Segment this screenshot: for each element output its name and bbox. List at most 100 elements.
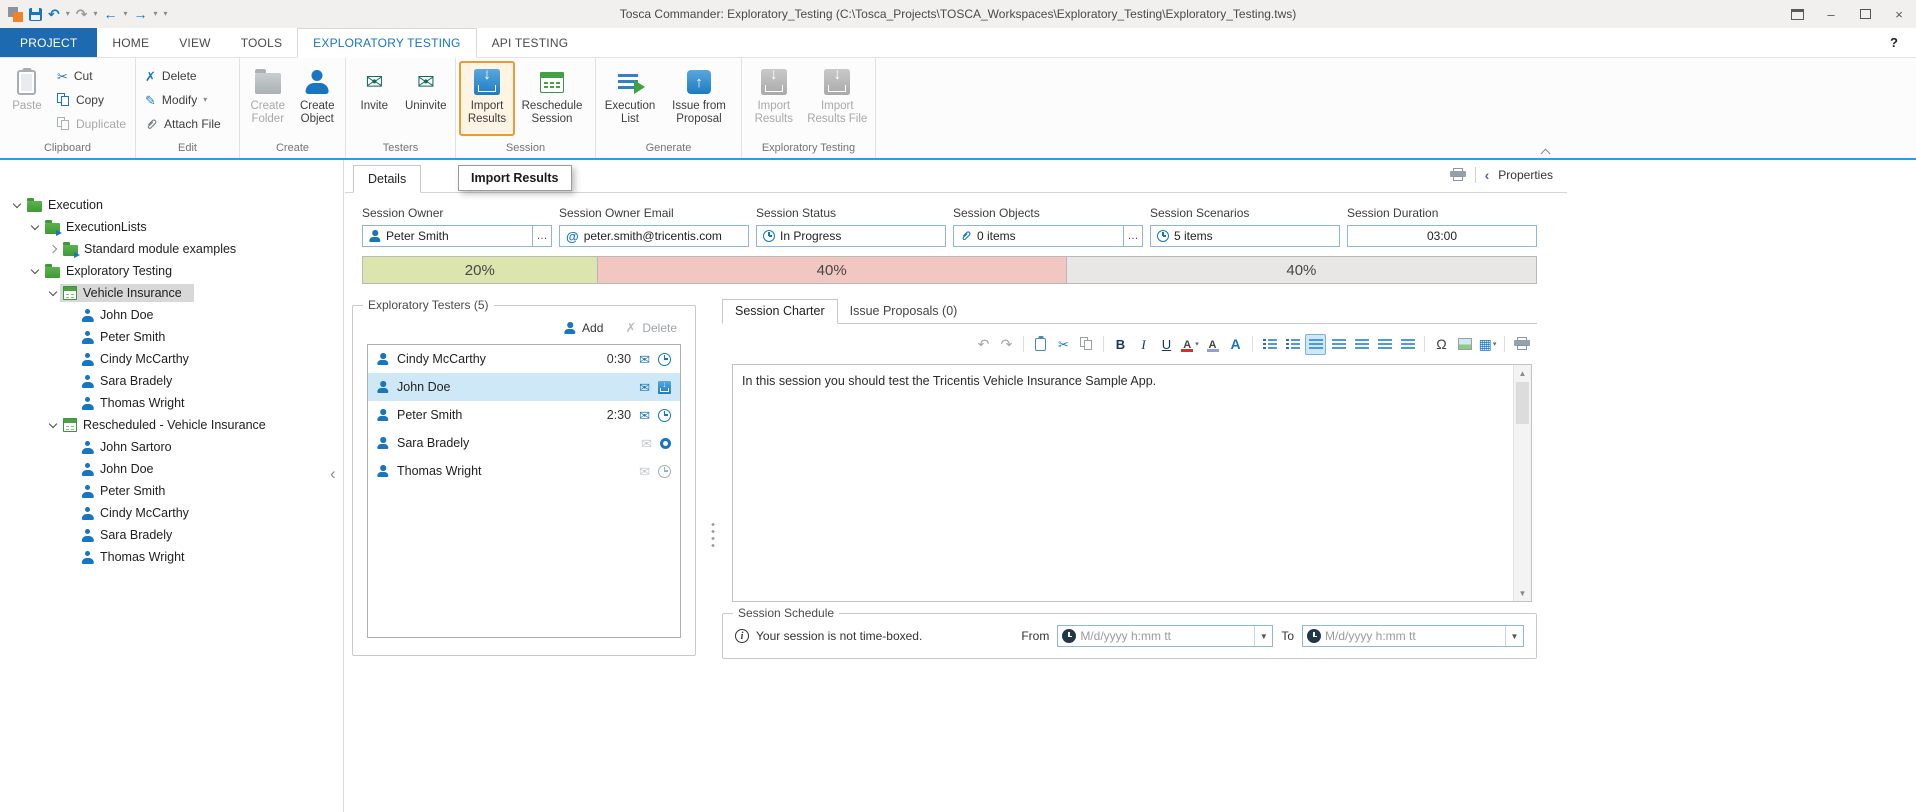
tree-item-rescheduled-vehicle-insurance[interactable]: Rescheduled - Vehicle Insurance	[0, 414, 343, 436]
issue-from-proposal-button[interactable]: Issue from Proposal	[661, 61, 737, 136]
align-center-button[interactable]	[1328, 334, 1349, 355]
modify-button[interactable]: ✎ Modify ▾	[139, 89, 227, 111]
maximize-button[interactable]	[1848, 0, 1882, 28]
tree-item-sara-bradely[interactable]: Sara Bradely	[0, 524, 343, 546]
save-button[interactable]	[29, 8, 42, 21]
redo-button[interactable]: ↷	[996, 334, 1017, 355]
tester-row-cindy-mccarthy[interactable]: Cindy McCarthy0:30✉	[368, 345, 680, 373]
italic-button[interactable]: I	[1133, 334, 1154, 355]
import-results-button[interactable]: Import Results	[459, 61, 515, 136]
underline-button[interactable]: U	[1156, 334, 1177, 355]
attach-file-button[interactable]: Attach File	[139, 113, 227, 135]
tree-item-exploratory-testing[interactable]: Exploratory Testing	[0, 260, 343, 282]
from-dropdown-button[interactable]: ▼	[1254, 626, 1272, 646]
properties-button[interactable]: Properties	[1498, 168, 1553, 182]
import-results-disabled-button[interactable]: Import Results	[745, 61, 803, 136]
session-owner-email-input[interactable]: @ peter.smith@tricentis.com	[559, 225, 749, 247]
tester-row-thomas-wright[interactable]: Thomas Wright✉	[368, 457, 680, 485]
delete-tester-button[interactable]: ✗ Delete	[625, 320, 677, 336]
tree-expanded-arrow-icon[interactable]	[46, 423, 60, 427]
session-charter-editor[interactable]: In this session you should test the Tric…	[732, 364, 1532, 602]
align-justify-button[interactable]	[1374, 334, 1395, 355]
window-mode-button[interactable]	[1780, 0, 1814, 28]
session-objects-browse-button[interactable]: …	[1123, 226, 1142, 246]
tree-item-cindy-mccarthy[interactable]: Cindy McCarthy	[0, 348, 343, 370]
tab-view[interactable]: VIEW	[164, 28, 225, 57]
numbered-list-button[interactable]	[1259, 334, 1280, 355]
tree-item-execution[interactable]: Execution	[0, 194, 343, 216]
collapse-tree-button[interactable]: ‹	[330, 465, 336, 482]
invite-button[interactable]: ✉ Invite	[349, 61, 400, 136]
paste-button[interactable]: Paste	[3, 61, 51, 136]
delete-button[interactable]: ✗ Delete	[139, 65, 227, 87]
create-folder-button[interactable]: Create Folder	[243, 61, 293, 136]
tree-collapsed-arrow-icon[interactable]	[46, 246, 60, 252]
back-button[interactable]: ←	[104, 7, 118, 21]
tree-item-peter-smith[interactable]: Peter Smith	[0, 480, 343, 502]
tree-expanded-arrow-icon[interactable]	[10, 203, 24, 207]
tree-item-peter-smith[interactable]: Peter Smith	[0, 326, 343, 348]
to-dropdown-button[interactable]: ▼	[1505, 626, 1523, 646]
tree-item-john-sartoro[interactable]: John Sartoro	[0, 436, 343, 458]
undo-button[interactable]: ↶	[48, 7, 60, 21]
special-character-button[interactable]: Ω	[1431, 334, 1452, 355]
tree-expanded-arrow-icon[interactable]	[28, 269, 42, 273]
tester-row-john-doe[interactable]: John Doe✉	[368, 373, 680, 401]
help-button[interactable]: ?	[1872, 28, 1916, 57]
tab-api-testing[interactable]: API TESTING	[477, 28, 584, 57]
reschedule-session-button[interactable]: Reschedule Session	[515, 61, 589, 136]
undo-button[interactable]: ↶	[973, 334, 994, 355]
tester-row-peter-smith[interactable]: Peter Smith2:30✉	[368, 401, 680, 429]
collapse-ribbon-button[interactable]	[1542, 146, 1552, 154]
print-button[interactable]	[1511, 334, 1532, 355]
session-scenarios-input[interactable]: 5 items	[1150, 225, 1340, 247]
session-objects-input[interactable]: 0 items …	[953, 225, 1143, 247]
tab-session-charter[interactable]: Session Charter	[722, 299, 838, 324]
editor-scrollbar[interactable]: ▲ ▼	[1513, 365, 1531, 601]
text-highlight-button[interactable]: A	[1202, 334, 1223, 355]
undo-dropdown-caret[interactable]: ▾	[66, 10, 70, 18]
tree-item-john-doe[interactable]: John Doe	[0, 458, 343, 480]
cut-button[interactable]: ✂	[1053, 334, 1074, 355]
tab-project[interactable]: PROJECT	[0, 28, 97, 57]
scroll-up-arrow-icon[interactable]: ▲	[1514, 365, 1531, 381]
back-dropdown-caret[interactable]: ▾	[124, 10, 128, 18]
import-results-file-button[interactable]: Import Results File	[803, 61, 872, 136]
session-owner-browse-button[interactable]: …	[532, 226, 551, 246]
copy-button[interactable]	[1076, 334, 1097, 355]
tree-item-thomas-wright[interactable]: Thomas Wright	[0, 546, 343, 568]
font-color-button[interactable]: A▾	[1179, 334, 1200, 355]
redo-dropdown-caret[interactable]: ▾	[93, 10, 97, 18]
redo-button[interactable]: ↷	[76, 7, 88, 21]
tree-item-thomas-wright[interactable]: Thomas Wright	[0, 392, 343, 414]
session-duration-input[interactable]: 03:00	[1347, 225, 1537, 247]
forward-button[interactable]: →	[134, 7, 148, 21]
align-left-button[interactable]	[1305, 334, 1326, 355]
modify-dropdown-caret[interactable]: ▾	[203, 96, 207, 104]
minimize-button[interactable]: –	[1814, 0, 1848, 28]
uninvite-button[interactable]: ✉ Uninvite	[400, 61, 452, 136]
execution-list-button[interactable]: Execution List	[599, 61, 661, 136]
bullet-list-button[interactable]	[1282, 334, 1303, 355]
session-owner-input[interactable]: Peter Smith …	[362, 225, 552, 247]
scrollbar-thumb[interactable]	[1516, 382, 1529, 424]
tab-tools[interactable]: TOOLS	[226, 28, 297, 57]
duplicate-button[interactable]: Duplicate	[51, 113, 132, 135]
session-status-input[interactable]: In Progress	[756, 225, 946, 247]
cut-button[interactable]: ✂ Cut	[51, 65, 132, 87]
tree-item-cindy-mccarthy[interactable]: Cindy McCarthy	[0, 502, 343, 524]
from-datetime-input[interactable]: M/d/yyyy h:mm tt ▼	[1057, 625, 1273, 647]
tree-item-sara-bradely[interactable]: Sara Bradely	[0, 370, 343, 392]
tree-item-john-doe[interactable]: John Doe	[0, 304, 343, 326]
tab-details[interactable]: Details	[353, 165, 421, 193]
forward-dropdown-caret[interactable]: ▾	[154, 10, 158, 18]
tree-expanded-arrow-icon[interactable]	[46, 291, 60, 295]
font-size-button[interactable]: A	[1225, 334, 1246, 355]
insert-table-button[interactable]: ▦▾	[1477, 334, 1498, 355]
print-button[interactable]	[1450, 168, 1466, 182]
tab-exploratory-testing[interactable]: EXPLORATORY TESTING	[297, 28, 476, 58]
splitter-handle[interactable]	[711, 521, 715, 549]
customize-toolbar-button[interactable]: ▾	[164, 10, 168, 18]
to-datetime-input[interactable]: M/d/yyyy h:mm tt ▼	[1302, 625, 1524, 647]
insert-image-button[interactable]	[1454, 334, 1475, 355]
